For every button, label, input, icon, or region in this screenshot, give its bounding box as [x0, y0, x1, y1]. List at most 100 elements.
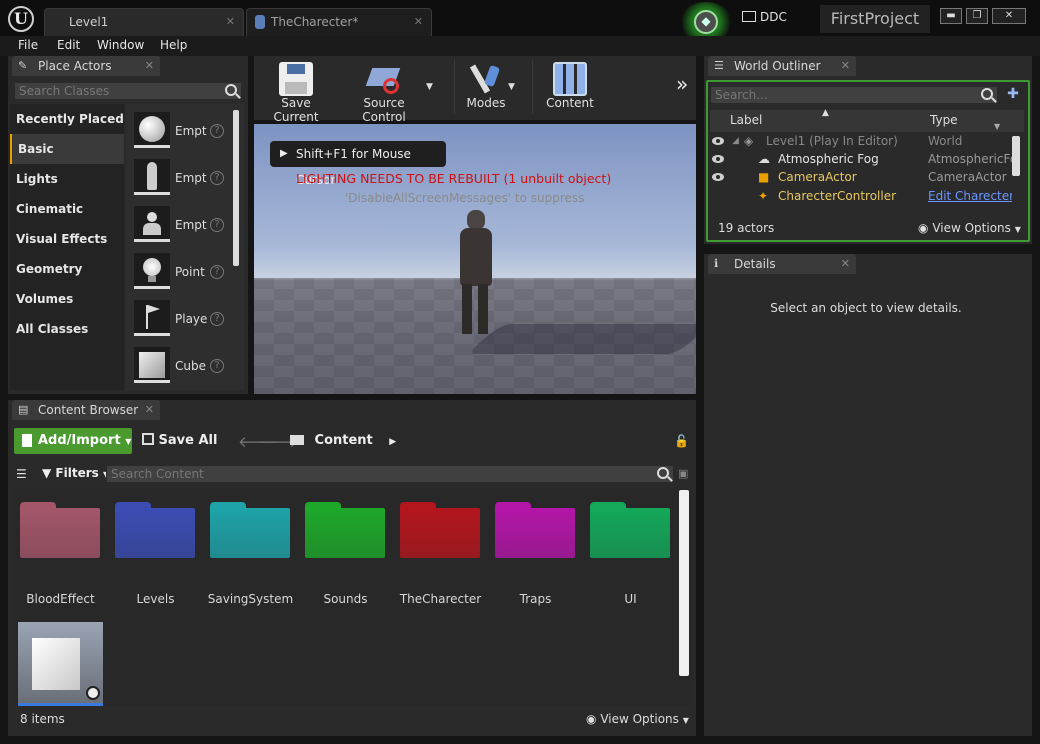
- actor-item-name[interactable]: Empt: [175, 171, 207, 185]
- folder-name[interactable]: Sounds: [298, 592, 393, 606]
- category-all-classes[interactable]: All Classes: [10, 314, 124, 344]
- outliner-row[interactable]: ✦ CharecterController Edit Charecter: [710, 187, 1020, 205]
- help-icon[interactable]: ?: [210, 124, 224, 138]
- close-window-button[interactable]: ✕: [992, 8, 1026, 24]
- save-current-button[interactable]: Save Current: [258, 58, 334, 124]
- save-all-button[interactable]: Save All: [142, 433, 217, 448]
- actor-item-name[interactable]: Cube: [175, 359, 206, 373]
- point-light-icon[interactable]: [134, 253, 170, 289]
- visibility-eye-icon[interactable]: [712, 173, 724, 181]
- tab-world-outliner[interactable]: ☰ World Outliner ✕: [708, 56, 856, 76]
- folder-savingsystem[interactable]: [210, 502, 290, 558]
- help-icon[interactable]: ?: [210, 359, 224, 373]
- category-visual-effects[interactable]: Visual Effects: [10, 224, 124, 254]
- folder-levels[interactable]: [115, 502, 195, 558]
- category-cinematic[interactable]: Cinematic: [10, 194, 124, 224]
- folder-bloodeffect[interactable]: [20, 502, 100, 558]
- unreal-logo-icon[interactable]: U: [8, 6, 34, 32]
- menu-edit[interactable]: Edit: [57, 38, 80, 52]
- folder-name[interactable]: BloodEffect: [13, 592, 108, 606]
- menu-help[interactable]: Help: [160, 38, 187, 52]
- col-label-header[interactable]: Label: [730, 113, 762, 127]
- actor-item-name[interactable]: Empt: [175, 124, 207, 138]
- ddc-button[interactable]: DDC: [742, 10, 787, 24]
- folder-traps[interactable]: [495, 502, 575, 558]
- outliner-row[interactable]: ■ CameraActor CameraActor: [710, 168, 1020, 186]
- outliner-view-options-button[interactable]: ◉ View Options ▼: [918, 221, 1021, 235]
- outliner-search-input[interactable]: Search...: [710, 86, 998, 104]
- category-recently-placed[interactable]: Recently Placed: [10, 104, 124, 134]
- help-icon[interactable]: ?: [210, 218, 224, 232]
- chevron-down-icon[interactable]: ▼: [426, 82, 433, 92]
- category-basic[interactable]: Basic: [10, 134, 124, 164]
- category-lights[interactable]: Lights: [10, 164, 124, 194]
- character-icon[interactable]: [134, 159, 170, 195]
- help-icon[interactable]: ?: [210, 171, 224, 185]
- actor-item-name[interactable]: Point: [175, 265, 205, 279]
- edit-charecter-link[interactable]: Edit Charecter: [928, 187, 1012, 205]
- path-breadcrumb[interactable]: Content ▶: [290, 433, 396, 448]
- chevron-down-icon[interactable]: ▼: [994, 122, 1000, 131]
- category-geometry[interactable]: Geometry: [10, 254, 124, 284]
- sphere-icon[interactable]: [134, 112, 170, 148]
- close-icon[interactable]: ✕: [841, 56, 850, 76]
- folder-name[interactable]: TheCharecter: [393, 592, 488, 606]
- maximize-button[interactable]: ❐: [966, 8, 988, 24]
- tab-details[interactable]: ℹ Details ✕: [708, 254, 856, 274]
- outliner-row[interactable]: ◢ ◈ Level1 (Play In Editor) World: [710, 132, 1020, 150]
- category-volumes[interactable]: Volumes: [10, 284, 124, 314]
- sort-up-icon[interactable]: ▲: [822, 108, 829, 118]
- toolbar-more-icon[interactable]: »: [676, 72, 688, 96]
- tab-place-actors[interactable]: ✎ Place Actors ✕: [12, 56, 160, 76]
- tab-level1[interactable]: Level1 ✕: [44, 8, 244, 36]
- folder-name[interactable]: Levels: [108, 592, 203, 606]
- menu-file[interactable]: File: [18, 38, 38, 52]
- tab-thecharecter[interactable]: TheCharecter* ✕: [246, 8, 432, 36]
- folder-name[interactable]: Traps: [488, 592, 583, 606]
- source-control-button[interactable]: Source Control: [340, 58, 428, 124]
- content-view-options-button[interactable]: ◉ View Options ▼: [586, 712, 689, 726]
- close-icon[interactable]: ✕: [145, 400, 154, 420]
- asset-grid-scrollbar[interactable]: [679, 490, 689, 676]
- tree-expand-icon[interactable]: ◢: [732, 132, 739, 150]
- add-import-button[interactable]: Add/Import ▼: [14, 428, 132, 454]
- folder-ui[interactable]: [590, 502, 670, 558]
- cube-icon[interactable]: [134, 347, 170, 383]
- actor-item-name[interactable]: Playe: [175, 312, 207, 326]
- help-icon[interactable]: ?: [210, 312, 224, 326]
- player-start-icon[interactable]: [134, 300, 170, 336]
- col-type-header[interactable]: Type: [930, 113, 958, 127]
- tab-content-browser[interactable]: ▤ Content Browser ✕: [12, 400, 160, 420]
- close-icon[interactable]: ✕: [145, 56, 154, 76]
- content-button[interactable]: Content: [540, 58, 600, 116]
- folder-name[interactable]: SavingSystem: [203, 592, 298, 606]
- outliner-row[interactable]: ☁ Atmospheric Fog AtmosphericFo: [710, 150, 1020, 168]
- visibility-eye-icon[interactable]: [712, 137, 724, 145]
- help-icon[interactable]: ?: [210, 265, 224, 279]
- add-folder-icon[interactable]: ✚: [1004, 86, 1022, 104]
- search-icon: [981, 88, 993, 100]
- folder-name[interactable]: UI: [583, 592, 678, 606]
- folder-sounds[interactable]: [305, 502, 385, 558]
- pawn-icon[interactable]: [134, 206, 170, 242]
- outliner-scrollbar[interactable]: [1012, 136, 1020, 176]
- chevron-right-icon[interactable]: ▶: [389, 437, 396, 447]
- sources-toggle-icon[interactable]: ☰: [16, 467, 27, 481]
- filters-button[interactable]: ▼ Filters ▼: [42, 466, 109, 480]
- lock-icon[interactable]: 🔓: [674, 434, 689, 448]
- chevron-down-icon[interactable]: ▼: [508, 82, 515, 92]
- actor-item-name[interactable]: Empt: [175, 218, 207, 232]
- search-classes-input[interactable]: Search Classes: [14, 82, 242, 100]
- save-search-icon[interactable]: ▣: [678, 467, 688, 480]
- modes-button[interactable]: Modes: [460, 58, 512, 116]
- folder-thecharecter[interactable]: [400, 502, 480, 558]
- minimize-button[interactable]: ▬: [940, 8, 962, 24]
- close-icon[interactable]: ✕: [414, 9, 423, 35]
- close-icon[interactable]: ✕: [841, 254, 850, 274]
- actor-list-scrollbar[interactable]: [233, 110, 239, 266]
- visibility-eye-icon[interactable]: [712, 155, 724, 163]
- close-icon[interactable]: ✕: [226, 9, 235, 35]
- menu-window[interactable]: Window: [97, 38, 144, 52]
- level-asset-thumbnail[interactable]: [18, 622, 103, 706]
- search-content-input[interactable]: Search Content: [106, 465, 674, 483]
